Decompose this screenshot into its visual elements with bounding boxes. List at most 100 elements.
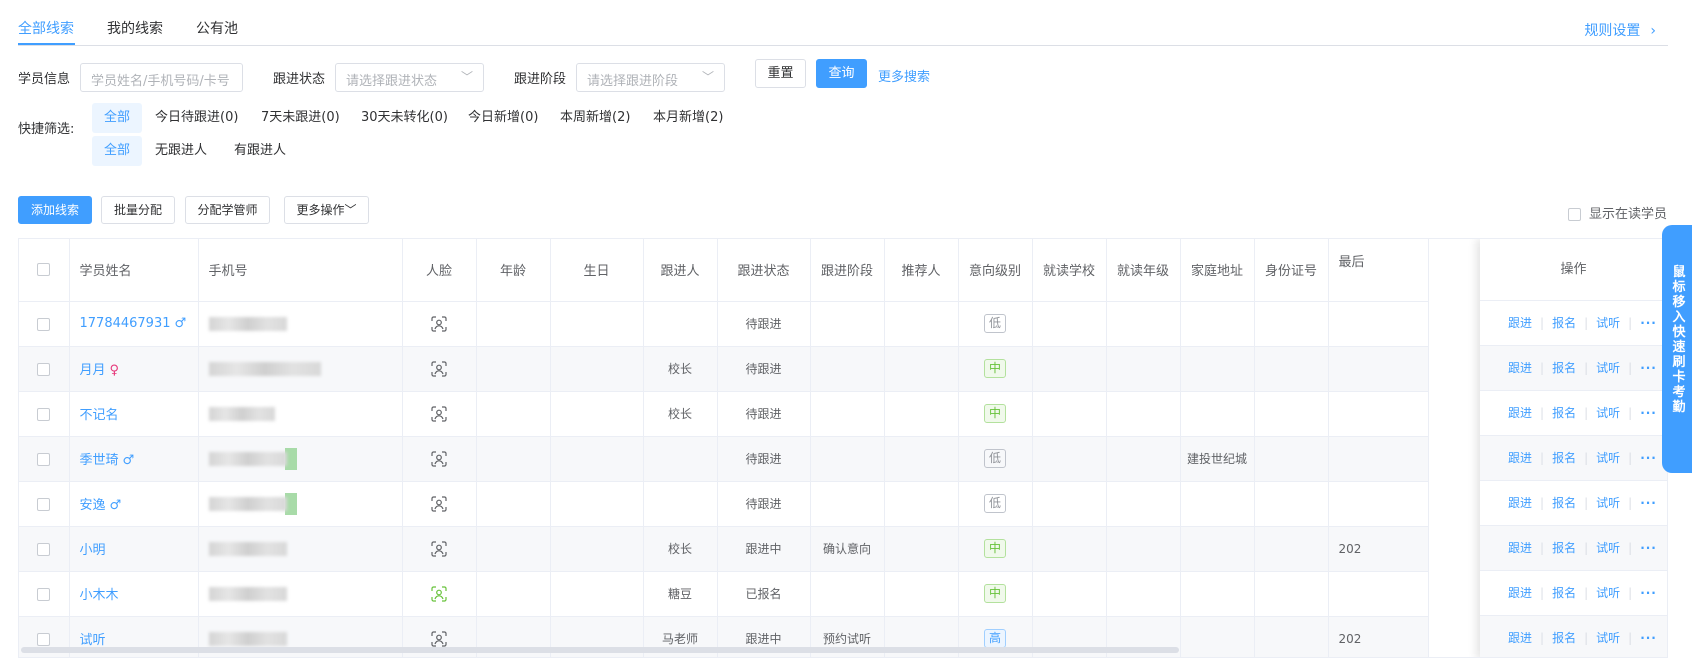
tab-public-pool[interactable]: 公有池 (196, 18, 238, 38)
batch-assign-button[interactable]: 批量分配 (101, 196, 175, 224)
more-actions-icon[interactable]: ··· (1640, 316, 1657, 330)
more-search-link[interactable]: 更多搜索 (878, 66, 930, 85)
quick-filter-all[interactable]: 全部 (92, 103, 143, 133)
more-actions-icon[interactable]: ··· (1640, 631, 1657, 645)
rules-settings-link[interactable]: 规则设置 › (1584, 20, 1656, 40)
tab-my-leads[interactable]: 我的线索 (107, 18, 163, 38)
row-checkbox[interactable] (37, 362, 51, 376)
table-row[interactable]: 小木木 糖豆 已报名 中 (19, 571, 1429, 617)
row-checkbox[interactable] (37, 317, 51, 331)
follow-status-select[interactable]: 请选择跟进状态 ﹀ (335, 63, 484, 92)
enroll-link[interactable]: 报名 (1552, 586, 1576, 600)
face-scan-icon[interactable] (431, 495, 447, 512)
student-name-link[interactable]: 季世琦 (80, 453, 119, 468)
follower-filter-all[interactable]: 全部 (92, 136, 143, 166)
follow-link[interactable]: 跟进 (1508, 406, 1532, 420)
enroll-link[interactable]: 报名 (1552, 451, 1576, 465)
trial-link[interactable]: 试听 (1596, 316, 1620, 330)
follow-link[interactable]: 跟进 (1508, 541, 1532, 555)
student-name-link[interactable]: 试听 (80, 633, 106, 648)
stage-cell (810, 391, 885, 437)
row-checkbox[interactable] (37, 497, 51, 511)
table-row[interactable]: 17784467931 ♂ 待跟进 低 (19, 301, 1429, 347)
add-lead-button[interactable]: 添加线索 (18, 196, 92, 224)
age-cell (476, 481, 551, 527)
quick-filter-today-pending[interactable]: 今日待跟进(0) (143, 103, 250, 133)
more-actions-icon[interactable]: ··· (1640, 451, 1657, 465)
trial-link[interactable]: 试听 (1596, 631, 1620, 645)
trial-link[interactable]: 试听 (1596, 586, 1620, 600)
show-reading-checkbox[interactable] (1567, 208, 1581, 221)
quick-filter-7days[interactable]: 7天未跟进(0) (249, 103, 352, 133)
table-row[interactable]: 季世琦 ♂ 待跟进 低 建投世纪城 (19, 436, 1429, 482)
horizontal-scrollbar[interactable] (21, 647, 1179, 653)
quick-filter-month-new[interactable]: 本月新增(2) (641, 103, 735, 133)
row-checkbox[interactable] (37, 542, 51, 556)
row-checkbox[interactable] (37, 407, 51, 421)
quick-filter-today-new[interactable]: 今日新增(0) (456, 103, 550, 133)
follow-link[interactable]: 跟进 (1508, 451, 1532, 465)
follow-stage-select[interactable]: 请选择跟进阶段 ﹀ (576, 63, 725, 92)
face-scan-icon[interactable] (431, 405, 447, 422)
trial-link[interactable]: 试听 (1596, 496, 1620, 510)
more-operations-button[interactable]: 更多操作﹀ (284, 196, 369, 224)
tab-all-leads[interactable]: 全部线索 (18, 18, 74, 38)
face-scan-icon[interactable] (431, 315, 447, 332)
face-scan-icon[interactable] (431, 360, 447, 377)
address-cell (1180, 346, 1255, 392)
enroll-link[interactable]: 报名 (1552, 496, 1576, 510)
face-scan-icon[interactable] (431, 630, 447, 647)
follow-link[interactable]: 跟进 (1508, 361, 1532, 375)
follow-link[interactable]: 跟进 (1508, 631, 1532, 645)
row-checkbox[interactable] (37, 587, 51, 601)
face-scan-icon[interactable] (431, 540, 447, 557)
show-reading-toggle[interactable]: 显示在读学员 (1567, 203, 1667, 222)
student-name-link[interactable]: 安逸 (80, 498, 106, 513)
follower-filter-none[interactable]: 无跟进人 (143, 136, 219, 166)
enroll-link[interactable]: 报名 (1552, 361, 1576, 375)
more-actions-icon[interactable]: ··· (1640, 586, 1657, 600)
trial-link[interactable]: 试听 (1596, 451, 1620, 465)
more-actions-icon[interactable]: ··· (1640, 541, 1657, 555)
enroll-link[interactable]: 报名 (1552, 316, 1576, 330)
trial-link[interactable]: 试听 (1596, 406, 1620, 420)
student-name-link[interactable]: 17784467931 (80, 316, 171, 331)
query-button[interactable]: 查询 (816, 59, 867, 88)
assign-manager-button[interactable]: 分配学管师 (185, 196, 270, 224)
follow-link[interactable]: 跟进 (1508, 496, 1532, 510)
quick-filter-week-new[interactable]: 本周新增(2) (548, 103, 642, 133)
table-row[interactable]: 不记名 校长 待跟进 中 (19, 391, 1429, 437)
table-row[interactable]: 月月 ♀ 校长 待跟进 中 (19, 346, 1429, 392)
student-name-link[interactable]: 小明 (80, 543, 106, 558)
student-name-link[interactable]: 月月 (80, 363, 106, 378)
follow-link[interactable]: 跟进 (1508, 316, 1532, 330)
follow-link[interactable]: 跟进 (1508, 586, 1532, 600)
trial-link[interactable]: 试听 (1596, 361, 1620, 375)
referrer-cell (884, 436, 959, 482)
face-scan-icon[interactable] (431, 585, 447, 602)
row-checkbox[interactable] (37, 632, 51, 646)
header-referrer: 推荐人 (884, 239, 959, 302)
enroll-link[interactable]: 报名 (1552, 541, 1576, 555)
quick-filter-30days[interactable]: 30天未转化(0) (349, 103, 460, 133)
quick-attendance-tab[interactable]: 鼠标移入 快速刷卡考勤 (1662, 225, 1692, 473)
trial-link[interactable]: 试听 (1596, 541, 1620, 555)
student-name-link[interactable]: 小木木 (80, 588, 119, 603)
face-cell (402, 346, 477, 392)
student-name-link[interactable]: 不记名 (80, 408, 119, 423)
reset-button[interactable]: 重置 (755, 59, 806, 88)
table-row[interactable]: 小明 校长 跟进中 确认意向 中 202 (19, 526, 1429, 572)
enroll-link[interactable]: 报名 (1552, 631, 1576, 645)
more-actions-icon[interactable]: ··· (1640, 361, 1657, 375)
follower-filter-has[interactable]: 有跟进人 (222, 136, 298, 166)
more-actions-icon[interactable]: ··· (1640, 406, 1657, 420)
enroll-link[interactable]: 报名 (1552, 406, 1576, 420)
more-actions-icon[interactable]: ··· (1640, 496, 1657, 510)
face-scan-icon[interactable] (431, 450, 447, 467)
id-card-cell (1254, 436, 1329, 482)
select-all-checkbox[interactable] (37, 263, 51, 277)
table-row[interactable]: 安逸 ♂ 待跟进 低 (19, 481, 1429, 527)
follower-cell: 糖豆 (643, 571, 718, 617)
row-checkbox[interactable] (37, 452, 51, 466)
student-info-input[interactable]: 学员姓名/手机号码/卡号 (80, 63, 243, 92)
